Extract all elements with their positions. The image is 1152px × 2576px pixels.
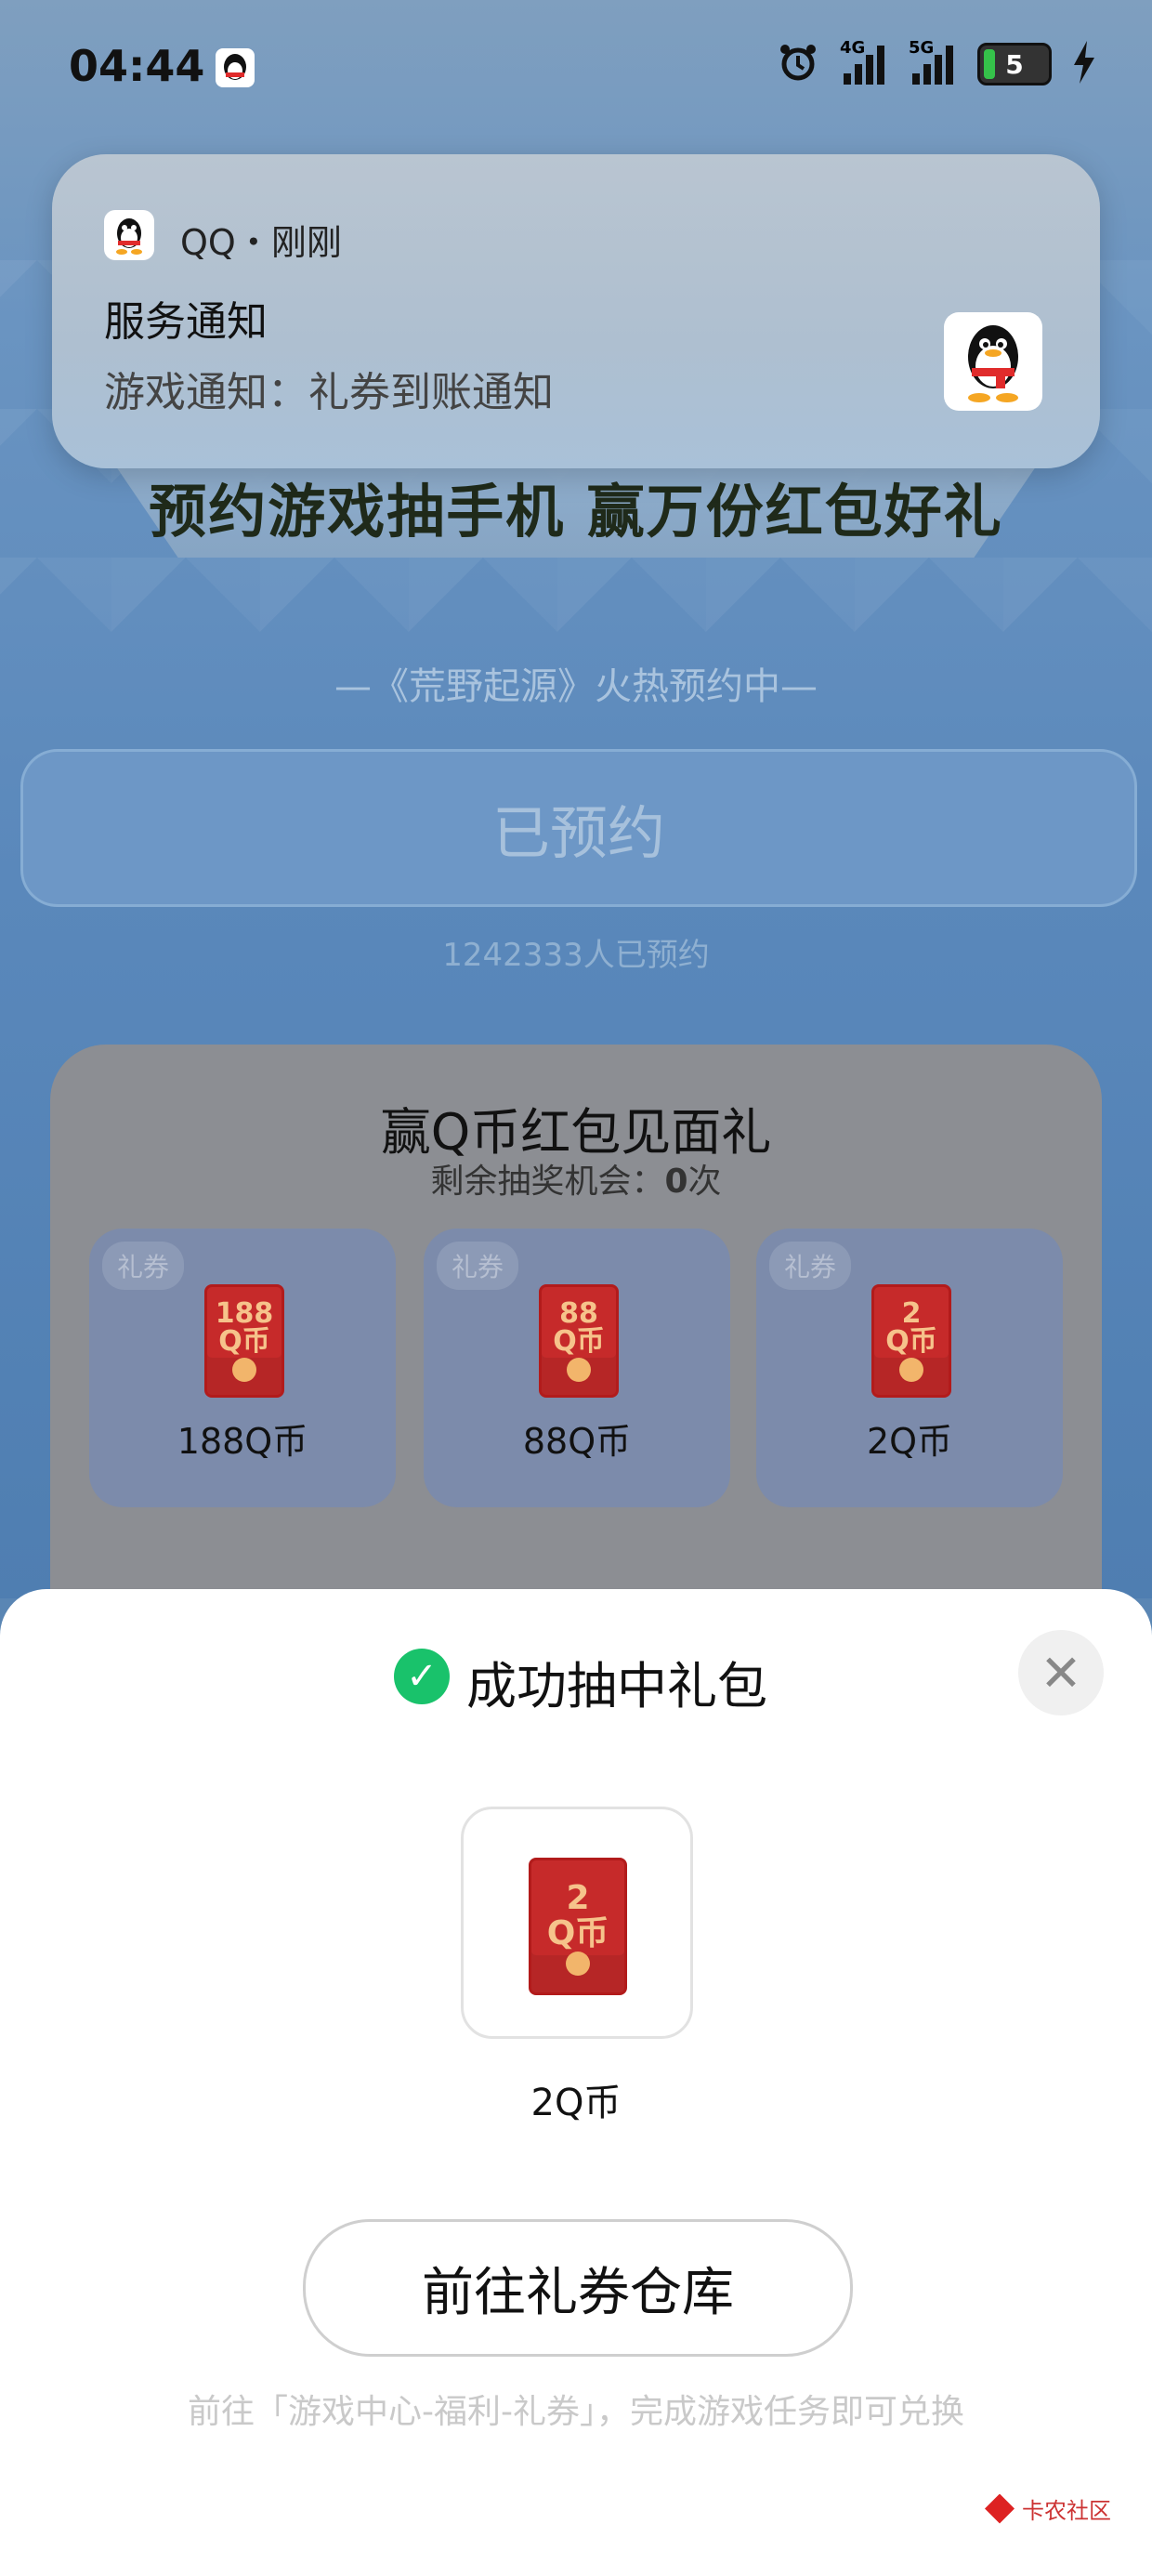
prize-unit: Q币 — [553, 1325, 605, 1358]
prize-tile-88[interactable]: 礼券 88 Q币 88Q币 — [424, 1229, 730, 1507]
reward-amount: 2 — [566, 1879, 590, 1917]
redeem-hint: 前往「游戏中心-福利-礼券」，完成游戏任务即可兑换 — [188, 2393, 964, 2431]
red-packet-icon: 2 Q币 — [529, 1858, 627, 1995]
network-4g-label: 4G — [840, 38, 866, 58]
coupon-tag: 礼券 — [769, 1242, 852, 1290]
qq-status-icon — [216, 48, 255, 87]
alarm-icon — [777, 41, 819, 87]
watermark: 卡农社区 — [985, 2492, 1111, 2525]
signal-4g-icon: 4G — [840, 38, 888, 85]
prize-tile-188[interactable]: 礼券 188 Q币 188Q币 — [89, 1229, 396, 1507]
event-subtitle: —《荒野起源》火热预约中— — [334, 665, 818, 708]
reward-label: 2Q币 — [530, 2082, 622, 2124]
event-banner-text: 预约游戏抽手机 赢万份红包好礼 — [149, 478, 1003, 545]
qq-penguin-avatar — [944, 312, 1042, 411]
go-coupon-warehouse-button[interactable]: 前往礼券仓库 — [303, 2219, 853, 2357]
remaining-label: 剩余抽奖机会： — [430, 1163, 665, 1201]
coupon-tag: 礼券 — [102, 1242, 185, 1290]
status-icons: 4G 5G 5 — [777, 38, 1096, 87]
prize-label: 88Q币 — [522, 1421, 632, 1462]
prize-unit: Q币 — [218, 1325, 270, 1358]
close-button[interactable]: ✕ — [1018, 1630, 1104, 1715]
notification-title: 服务通知 — [104, 298, 268, 346]
close-icon: ✕ — [1040, 1643, 1082, 1702]
remaining-chances: 剩余抽奖机会：0次 — [50, 1154, 1102, 1203]
prize-label: 188Q币 — [177, 1421, 308, 1462]
watermark-logo-icon — [985, 2493, 1015, 2524]
battery-level: 5 — [1005, 48, 1024, 80]
reserve-count: 1242333人已预约 — [442, 937, 710, 974]
remaining-value: 0 — [664, 1163, 688, 1201]
status-bar: 04:44 4G 5G 5 — [0, 0, 1152, 139]
qq-app-icon — [104, 210, 154, 260]
result-title: 成功抽中礼包 — [466, 1657, 767, 1715]
network-5g-label: 5G — [909, 38, 935, 58]
remaining-suffix: 次 — [687, 1163, 722, 1201]
red-packet-icon: 2 Q币 — [871, 1284, 951, 1398]
reward-unit: Q币 — [546, 1914, 609, 1952]
battery-icon: 5 — [977, 43, 1052, 85]
status-time: 04:44 — [69, 41, 205, 91]
signal-5g-icon: 5G — [909, 38, 957, 85]
reserved-button[interactable]: 已预约 — [20, 749, 1137, 907]
success-check-icon: ✓ — [394, 1649, 450, 1704]
reward-item-box: 2 Q币 — [461, 1807, 693, 2039]
watermark-text: 卡农社区 — [1022, 2498, 1111, 2524]
charging-icon — [1072, 41, 1096, 87]
red-packet-icon: 88 Q币 — [539, 1284, 619, 1398]
prize-tile-2[interactable]: 礼券 2 Q币 2Q币 — [756, 1229, 1063, 1507]
notification-app-time: QQ・刚刚 — [180, 222, 342, 263]
prize-unit: Q币 — [885, 1325, 937, 1358]
prize-label: 2Q币 — [866, 1421, 953, 1462]
red-packet-icon: 188 Q币 — [204, 1284, 284, 1398]
notification-body: 游戏通知：礼券到账通知 — [104, 369, 554, 416]
coupon-tag: 礼券 — [437, 1242, 519, 1290]
qq-notification[interactable]: QQ・刚刚 服务通知 游戏通知：礼券到账通知 — [52, 154, 1100, 468]
